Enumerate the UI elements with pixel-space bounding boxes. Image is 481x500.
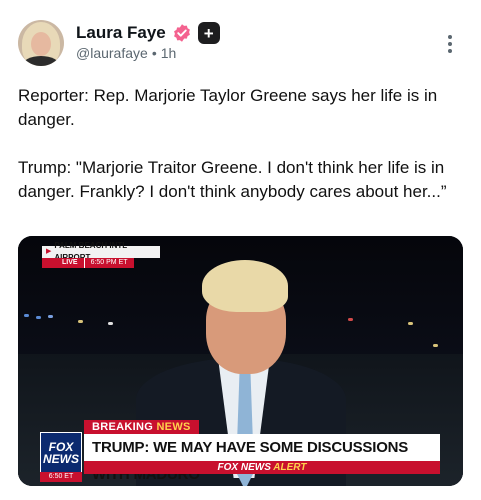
- runway-light: [24, 314, 29, 317]
- avatar-face: [31, 32, 51, 56]
- more-dot: [448, 49, 452, 53]
- more-dot: [448, 35, 452, 39]
- author-meta-row: @laurafaye • 1h: [76, 45, 176, 61]
- play-arrow-icon: ▶: [46, 248, 52, 255]
- chyron-headline: TRUMP: WE MAY HAVE SOME DISCUSSIONS WITH…: [84, 434, 440, 483]
- speaker-hair: [202, 260, 288, 312]
- runway-light: [108, 322, 113, 325]
- post-card: Laura Faye + @laurafaye • 1h Reporter: R…: [0, 0, 481, 500]
- alert-network: FOX NEWS: [217, 462, 271, 473]
- more-dot: [448, 42, 452, 46]
- meta-separator: •: [151, 45, 157, 61]
- runway-light: [348, 318, 353, 321]
- runway-light: [36, 316, 41, 319]
- avatar[interactable]: [18, 20, 64, 66]
- breaking-label: BREAKING: [92, 421, 154, 433]
- fox-news-logo: FOX NEWS: [40, 432, 82, 474]
- author-handle[interactable]: @laurafaye: [76, 45, 148, 61]
- logo-time: 6:50 ET: [40, 472, 82, 482]
- video-thumbnail[interactable]: ▶ PALM BEACH INTL AIRPORT LIVE 6:50 PM E…: [18, 236, 463, 486]
- post-timestamp[interactable]: 1h: [161, 45, 177, 61]
- runway-light: [433, 344, 438, 347]
- author-name-row: Laura Faye +: [76, 22, 220, 44]
- post-paragraph: Trump: "Marjorie Traitor Greene. I don't…: [18, 158, 449, 201]
- runway-light: [48, 315, 53, 318]
- alert-word: ALERT: [273, 462, 307, 473]
- location-label: ▶ PALM BEACH INTL AIRPORT: [42, 241, 160, 262]
- breaking-news-word: NEWS: [156, 421, 191, 433]
- post-text: Reporter: Rep. Marjorie Taylor Greene sa…: [18, 84, 470, 228]
- broadcast-time: 6:50 PM ET: [83, 258, 134, 268]
- location-bug: ▶ PALM BEACH INTL AIRPORT LIVE 6:50 PM E…: [42, 241, 160, 268]
- more-vertical-icon[interactable]: [441, 32, 459, 56]
- verified-badge-icon: [173, 24, 190, 42]
- runway-light: [408, 322, 413, 325]
- author-display-name[interactable]: Laura Faye: [76, 23, 166, 43]
- runway-light: [78, 320, 83, 323]
- plus-icon: +: [197, 22, 220, 44]
- fox-news-alert-bar: FOX NEWS ALERT: [84, 461, 440, 474]
- logo-line-news: NEWS: [43, 452, 79, 466]
- post-paragraph: Reporter: Rep. Marjorie Taylor Greene sa…: [18, 86, 442, 129]
- breaking-news-banner: BREAKING NEWS: [84, 420, 199, 434]
- live-badge: LIVE: [42, 258, 84, 268]
